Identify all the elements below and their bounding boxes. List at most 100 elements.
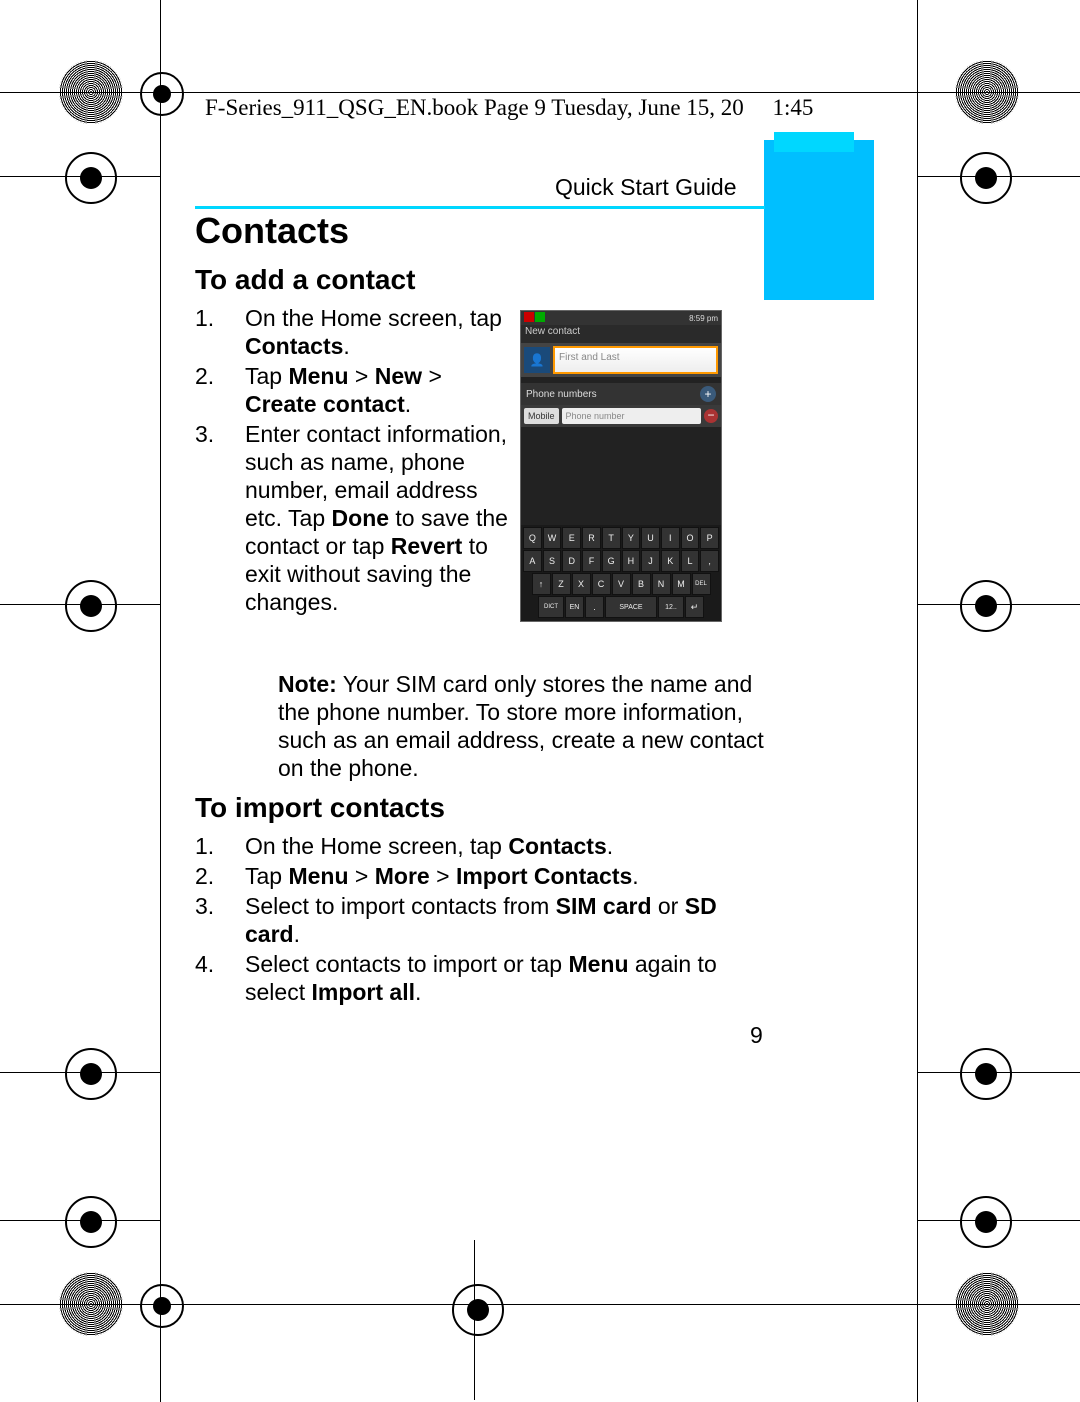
phone-keyboard: Q W E R T Y U I O P A S D F G H J K L , … bbox=[521, 525, 721, 621]
list-item: 1. On the Home screen, tap Contacts. bbox=[195, 304, 515, 360]
step-number: 1. bbox=[195, 832, 245, 860]
list-item: 1. On the Home screen, tap Contacts. bbox=[195, 832, 775, 860]
step-number: 1. bbox=[195, 304, 245, 360]
key: Q bbox=[523, 527, 542, 549]
phone-screenshot-figure: 8:59 pm New contact 👤 First and Last Pho… bbox=[520, 310, 722, 622]
step-number: 3. bbox=[195, 892, 245, 948]
list-item: 2. Tap Menu > New > Create contact. bbox=[195, 362, 515, 418]
enter-key-icon: ↵ bbox=[685, 596, 704, 618]
print-guide-line bbox=[917, 1220, 1080, 1221]
key: W bbox=[543, 527, 562, 549]
name-field: First and Last bbox=[553, 346, 718, 374]
phone-statusbar: 8:59 pm bbox=[521, 311, 721, 325]
step-text: Tap Menu > More > Import Contacts. bbox=[245, 862, 775, 890]
key: X bbox=[572, 573, 591, 595]
list-item: 3. Enter contact information, such as na… bbox=[195, 420, 515, 616]
print-guide-line bbox=[917, 1072, 1080, 1073]
key: , bbox=[700, 550, 719, 572]
print-guide-line bbox=[917, 0, 918, 1402]
key: M bbox=[672, 573, 691, 595]
step-text: Tap Menu > New > Create contact. bbox=[245, 362, 515, 418]
remove-number-icon: − bbox=[704, 409, 718, 423]
key: E bbox=[562, 527, 581, 549]
print-register-icon bbox=[960, 580, 1012, 632]
print-guide-line bbox=[917, 604, 1080, 605]
contact-photo-icon: 👤 bbox=[524, 347, 550, 373]
print-guide-line bbox=[0, 176, 160, 177]
breadcrumb-label: Quick Start Guide bbox=[555, 174, 737, 201]
key: . bbox=[585, 596, 604, 618]
key: L bbox=[681, 550, 700, 572]
page-number: 9 bbox=[750, 1022, 763, 1049]
key: P bbox=[700, 527, 719, 549]
add-number-icon: + bbox=[700, 386, 716, 402]
shift-key-icon: ↑ bbox=[532, 573, 551, 595]
list-item: 3. Select to import contacts from SIM ca… bbox=[195, 892, 775, 948]
print-guide-line bbox=[0, 92, 1080, 93]
key: U bbox=[641, 527, 660, 549]
print-register-icon bbox=[65, 580, 117, 632]
key: Z bbox=[552, 573, 571, 595]
key: T bbox=[602, 527, 621, 549]
phone-time: 8:59 pm bbox=[689, 314, 718, 323]
print-register-icon bbox=[140, 72, 184, 116]
key: Y bbox=[622, 527, 641, 549]
key: D bbox=[562, 550, 581, 572]
key: K bbox=[661, 550, 680, 572]
key: F bbox=[582, 550, 601, 572]
key: N bbox=[652, 573, 671, 595]
list-item: 4. Select contacts to import or tap Menu… bbox=[195, 950, 775, 1006]
print-guide-line bbox=[0, 604, 160, 605]
print-header-text: F-Series_911_QSG_EN.book Page 9 Tuesday,… bbox=[205, 95, 813, 121]
step-number: 3. bbox=[195, 420, 245, 616]
step-number: 2. bbox=[195, 362, 245, 418]
dict-key: DICT bbox=[538, 596, 564, 618]
divider bbox=[195, 206, 765, 209]
print-register-icon bbox=[960, 1048, 1012, 1100]
step-number: 4. bbox=[195, 950, 245, 1006]
print-guide-line bbox=[0, 1072, 160, 1073]
section-heading-import: To import contacts bbox=[195, 792, 445, 824]
phone-screen-title: New contact bbox=[521, 325, 721, 343]
print-register-icon bbox=[960, 152, 1012, 204]
print-register-icon bbox=[65, 152, 117, 204]
print-register-icon bbox=[452, 1284, 504, 1336]
key: A bbox=[523, 550, 542, 572]
numeric-key: 12.. bbox=[658, 596, 684, 618]
step-text: Enter contact information, such as name,… bbox=[245, 420, 515, 616]
key: R bbox=[582, 527, 601, 549]
key: O bbox=[681, 527, 700, 549]
key: V bbox=[612, 573, 631, 595]
step-text: Select contacts to import or tap Menu ag… bbox=[245, 950, 775, 1006]
section-heading-add: To add a contact bbox=[195, 264, 415, 296]
phone-section-label: Phone numbers bbox=[526, 389, 597, 400]
key: J bbox=[641, 550, 660, 572]
keyboard-row: A S D F G H J K L , bbox=[523, 550, 719, 572]
keyboard-row: DICT EN . SPACE 12.. ↵ bbox=[523, 596, 719, 618]
key: G bbox=[602, 550, 621, 572]
page-title: Contacts bbox=[195, 210, 349, 252]
print-guide-line bbox=[160, 0, 161, 1402]
print-guide-line bbox=[917, 176, 1080, 177]
step-text: On the Home screen, tap Contacts. bbox=[245, 832, 775, 860]
import-contacts-steps: 1. On the Home screen, tap Contacts. 2. … bbox=[195, 832, 775, 1008]
delete-key-icon: DEL bbox=[692, 573, 711, 595]
section-tab-marker bbox=[764, 140, 874, 300]
lang-key: EN bbox=[565, 596, 584, 618]
step-text: On the Home screen, tap Contacts. bbox=[245, 304, 515, 360]
print-register-icon bbox=[65, 1048, 117, 1100]
step-text: Select to import contacts from SIM card … bbox=[245, 892, 775, 948]
key: C bbox=[592, 573, 611, 595]
add-contact-steps: 1. On the Home screen, tap Contacts. 2. … bbox=[195, 304, 515, 619]
keyboard-row: ↑ Z X C V B N M DEL bbox=[523, 573, 719, 595]
space-key: SPACE bbox=[605, 596, 657, 618]
list-item: 2. Tap Menu > More > Import Contacts. bbox=[195, 862, 775, 890]
print-register-icon bbox=[140, 1284, 184, 1328]
print-register-icon bbox=[65, 1196, 117, 1248]
print-guide-line bbox=[0, 1220, 160, 1221]
key: H bbox=[622, 550, 641, 572]
key: I bbox=[661, 527, 680, 549]
step-number: 2. bbox=[195, 862, 245, 890]
note-block: Note: Your SIM card only stores the name… bbox=[278, 670, 768, 782]
phone-number-field: Phone number bbox=[562, 408, 701, 424]
